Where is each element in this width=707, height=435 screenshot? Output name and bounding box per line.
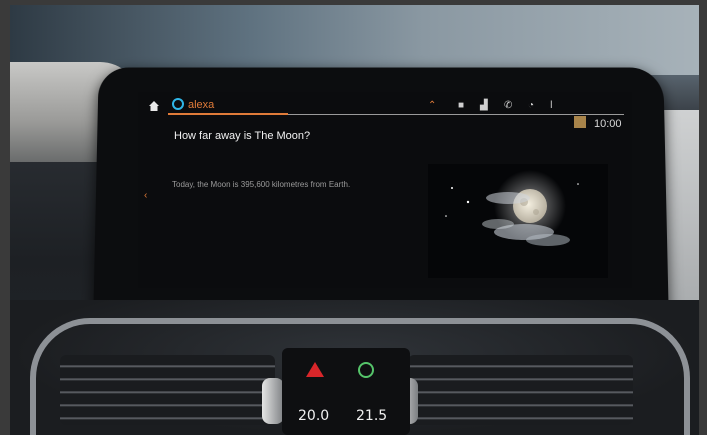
alexa-ring-icon	[172, 98, 184, 110]
assistant-answer: Today, the Moon is 395,600 kilometres fr…	[172, 180, 351, 189]
assistant-name: alexa	[188, 99, 215, 111]
user-question: How far away is The Moon?	[174, 130, 311, 142]
mic-icon: ǀ	[550, 100, 553, 111]
avatar-icon[interactable]	[574, 116, 586, 128]
vent-knob-left[interactable]	[262, 378, 284, 424]
air-vent-left[interactable]	[60, 355, 275, 425]
chevron-up-icon[interactable]: ⌃	[428, 100, 436, 111]
air-vent-right[interactable]	[408, 355, 633, 425]
photo-frame	[0, 0, 10, 435]
active-tab-indicator	[168, 113, 288, 115]
signal-icon: ▟	[480, 100, 488, 111]
left-temperature: 20.0	[298, 408, 330, 424]
status-icons: ⌃ ■ ▟ ✆ ◔ ǀ	[428, 100, 628, 114]
chevron-left-icon[interactable]: ‹	[144, 190, 147, 201]
home-icon[interactable]	[148, 99, 160, 111]
message-icon: ■	[458, 100, 465, 111]
clock: 10:00	[594, 118, 622, 130]
phone-icon: ✆	[504, 100, 513, 111]
right-temperature: 21.5	[356, 408, 388, 424]
car-interior-scene: alexa ⌃ ■ ▟ ✆ ◔ ǀ 10:00 How far away is …	[0, 0, 707, 435]
hazard-button-icon[interactable]	[306, 362, 324, 377]
infotainment-screen: alexa ⌃ ■ ▟ ✆ ◔ ǀ 10:00 How far away is …	[138, 92, 632, 288]
wifi-icon: ◔	[528, 100, 535, 111]
photo-frame	[699, 0, 707, 435]
header-divider	[288, 114, 624, 115]
status-bar: alexa ⌃ ■ ▟ ✆ ◔ ǀ 10:00	[138, 92, 632, 130]
moon-image	[428, 164, 608, 278]
airbag-indicator-icon	[358, 362, 374, 378]
